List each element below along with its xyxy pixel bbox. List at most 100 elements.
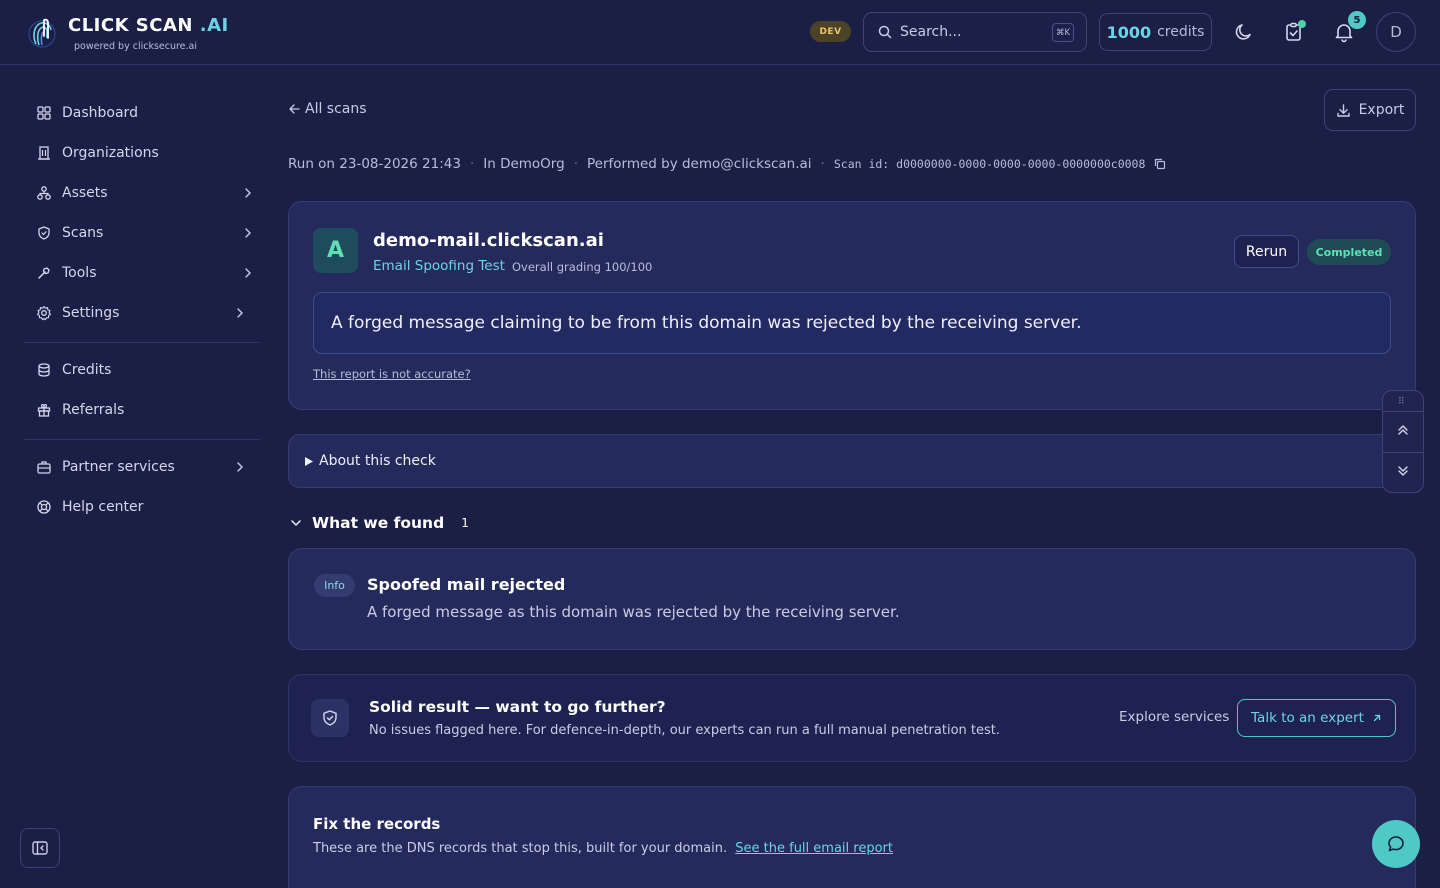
fix-description-row: These are the DNS records that stop this…	[313, 841, 893, 856]
sidebar-divider	[24, 342, 260, 343]
brand-name-text: CLICK SCAN	[68, 15, 193, 36]
arrow-up-right-icon	[1373, 714, 1381, 722]
search-shortcut: ⌘K	[1052, 23, 1074, 42]
sidebar-item-tools[interactable]: Tools	[24, 256, 260, 290]
status-badge: Completed	[1307, 239, 1391, 265]
sidebar-item-label: Dashboard	[62, 105, 138, 121]
moon-icon[interactable]	[1233, 21, 1255, 43]
talk-to-expert-button[interactable]: Talk to an expert	[1237, 699, 1396, 737]
findings-section-header[interactable]: What we found 1	[290, 514, 469, 532]
notification-count-badge: 5	[1348, 11, 1366, 29]
briefcase-icon	[37, 461, 51, 474]
brand-suffix: .AI	[199, 15, 229, 36]
talk-to-expert-label: Talk to an expert	[1251, 710, 1364, 726]
chevrons-up-icon	[1398, 425, 1408, 435]
scan-meta-row: Run on 23-08-2026 21:43 · In DemoOrg · P…	[288, 156, 1166, 172]
sidebar-item-label: Assets	[62, 185, 108, 201]
building-icon	[38, 146, 50, 160]
chat-bubble-icon	[1388, 836, 1404, 852]
promo-title: Solid result — want to go further?	[369, 698, 666, 716]
run-date: Run on 23-08-2026 21:43	[288, 156, 461, 172]
search-placeholder: Search...	[900, 24, 962, 40]
chevron-right-icon	[245, 268, 251, 278]
grid-icon	[37, 106, 51, 120]
collapse-sidebar-button[interactable]	[20, 828, 60, 868]
fingerprint-logo-icon[interactable]	[27, 14, 57, 50]
finding-description: A forged message as this domain was reje…	[367, 603, 900, 621]
copy-icon[interactable]	[1154, 158, 1166, 170]
about-check-toggle[interactable]: About this check	[288, 434, 1416, 488]
full-email-report-link[interactable]: See the full email report	[735, 841, 893, 856]
report-inaccurate-link[interactable]: This report is not accurate?	[313, 367, 471, 381]
scan-result-card: A demo-mail.clickscan.ai Email Spoofing …	[288, 201, 1416, 410]
sidebar-divider	[24, 439, 260, 440]
credits-label: credits	[1157, 24, 1205, 40]
task-indicator-dot	[1298, 20, 1306, 28]
sidebar-item-scans[interactable]: Scans	[24, 216, 260, 250]
database-icon	[38, 363, 50, 377]
organization-name: In DemoOrg	[483, 156, 565, 172]
scroll-bottom-button[interactable]	[1396, 464, 1410, 478]
chevron-down-icon	[291, 520, 301, 526]
chevron-right-icon	[237, 462, 243, 472]
sidebar-item-label: Tools	[62, 265, 97, 281]
back-link-label: All scans	[305, 101, 367, 117]
grade-badge: A	[313, 228, 358, 273]
avatar[interactable]: D	[1376, 12, 1416, 52]
top-bar: CLICK SCAN .AI powered by clicksecure.ai…	[0, 0, 1440, 65]
sidebar-collapse-icon	[32, 841, 48, 855]
credits-amount: 1000	[1106, 22, 1152, 42]
chevrons-down-icon	[1398, 466, 1408, 476]
result-summary: A forged message claiming to be from thi…	[313, 292, 1391, 354]
chevron-right-icon	[237, 308, 243, 318]
fix-description: These are the DNS records that stop this…	[313, 841, 728, 856]
credits-button[interactable]: 1000 credits	[1099, 13, 1212, 51]
export-button[interactable]: Export	[1324, 89, 1416, 131]
brand-name[interactable]: CLICK SCAN .AI	[68, 15, 229, 36]
back-to-all-scans-link[interactable]: All scans	[288, 101, 367, 117]
overall-grading: Overall grading 100/100	[512, 260, 653, 274]
sidebar-item-label: Settings	[62, 305, 120, 321]
performed-by: Performed by demo@clickscan.ai	[586, 156, 812, 172]
drag-handle-icon[interactable]: ⠿	[1398, 397, 1405, 407]
sidebar-item-referrals[interactable]: Referrals	[24, 393, 260, 427]
sidebar-item-assets[interactable]: Assets	[24, 176, 260, 210]
sidebar-item-partner-services[interactable]: Partner services	[24, 450, 260, 484]
chevron-right-icon	[245, 228, 251, 238]
sidebar-item-label: Partner services	[62, 459, 175, 475]
shield-icon	[38, 226, 50, 240]
promo-description: No issues flagged here. For defence-in-d…	[369, 723, 1000, 738]
finding-title: Spoofed mail rejected	[367, 575, 566, 594]
gear-icon	[36, 305, 52, 321]
arrow-left-icon	[289, 104, 300, 114]
meta-separator: ·	[469, 156, 475, 172]
about-check-label: About this check	[319, 453, 436, 469]
triangle-right-icon	[305, 456, 313, 466]
chat-button[interactable]	[1372, 820, 1420, 868]
sidebar-item-organizations[interactable]: Organizations	[24, 136, 260, 170]
sidebar-item-help-center[interactable]: Help center	[24, 490, 260, 524]
findings-count: 1	[461, 516, 469, 530]
divider	[1383, 452, 1423, 453]
sidebar-item-dashboard[interactable]: Dashboard	[24, 96, 260, 130]
finding-card[interactable]: Info Spoofed mail rejected A forged mess…	[288, 548, 1416, 650]
search-input[interactable]: Search... ⌘K	[863, 12, 1087, 52]
assets-icon	[37, 186, 51, 200]
expert-promo-card: Solid result — want to go further? No is…	[288, 674, 1416, 762]
scroll-top-button[interactable]	[1396, 423, 1410, 437]
environment-badge: DEV	[810, 21, 851, 42]
search-icon	[878, 25, 892, 39]
explore-services-link[interactable]: Explore services	[1119, 709, 1229, 725]
sidebar-item-settings[interactable]: Settings	[24, 296, 260, 330]
sidebar-item-label: Scans	[62, 225, 104, 241]
severity-badge: Info	[314, 574, 355, 597]
test-name[interactable]: Email Spoofing Test	[373, 258, 505, 274]
meta-separator: ·	[820, 156, 825, 172]
domain-title: demo-mail.clickscan.ai	[373, 230, 604, 251]
sidebar-item-label: Help center	[62, 499, 144, 515]
sidebar-item-credits[interactable]: Credits	[24, 353, 260, 387]
fix-records-card: Fix the records These are the DNS record…	[288, 786, 1416, 888]
findings-title: What we found	[312, 514, 445, 532]
rerun-button[interactable]: Rerun	[1234, 235, 1299, 268]
scan-id: Scan id: d0000000-0000-0000-0000-0000000…	[833, 157, 1146, 171]
